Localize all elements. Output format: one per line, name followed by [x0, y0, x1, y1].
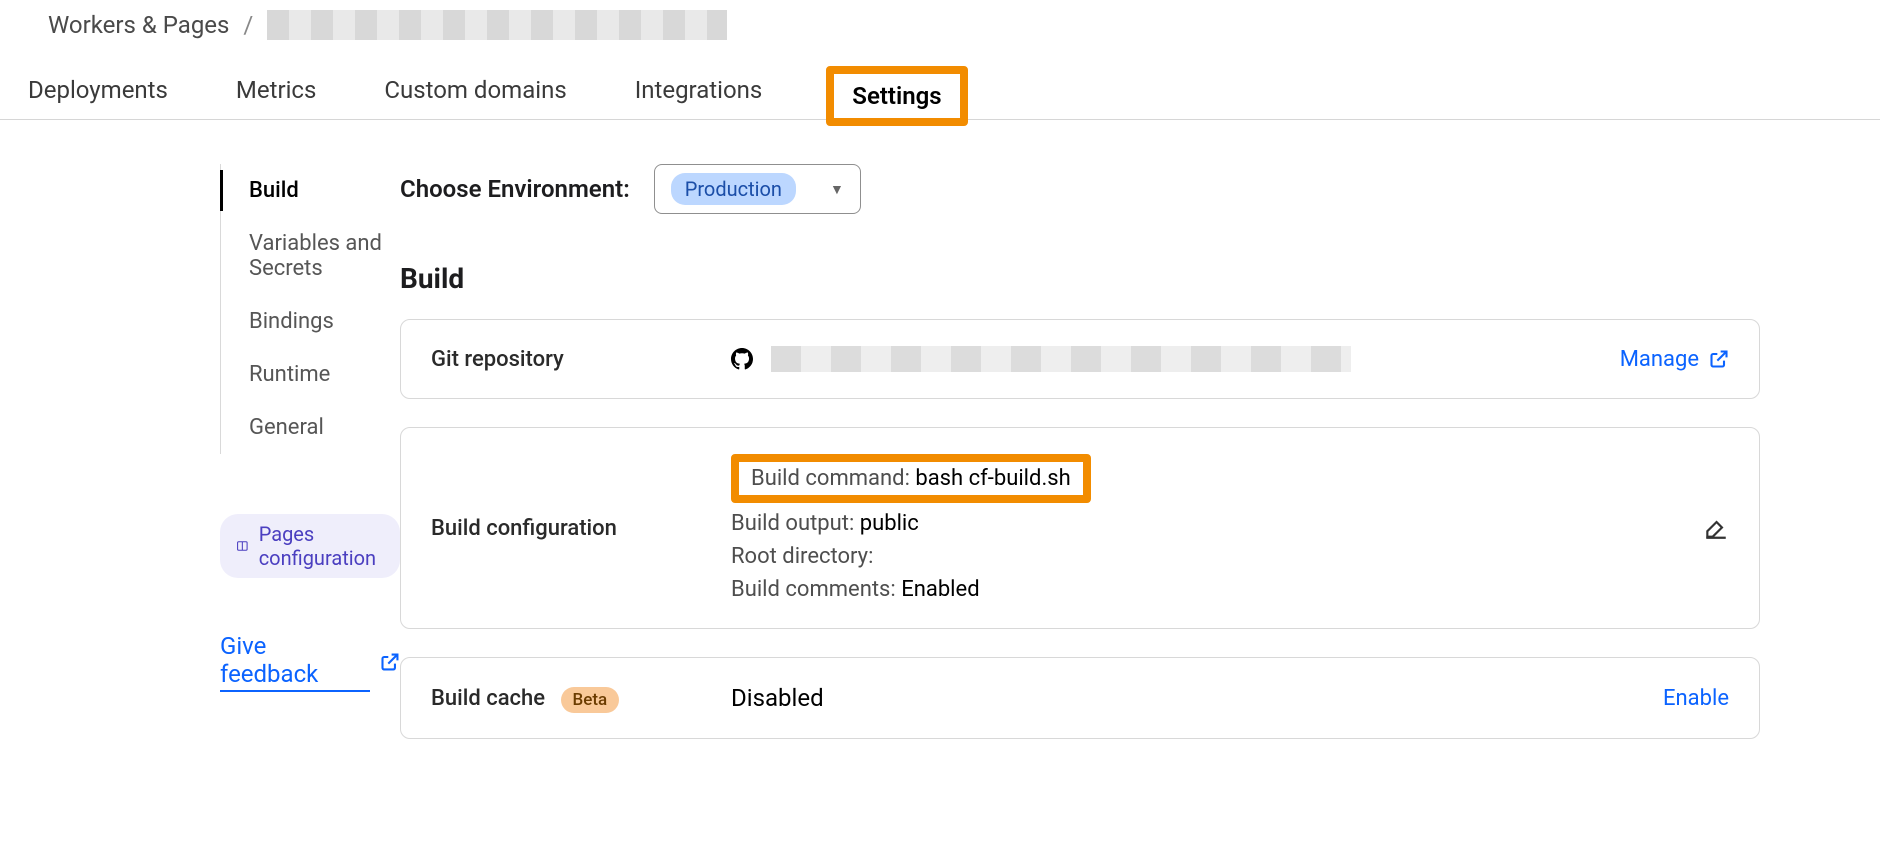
edit-icon[interactable] — [1703, 515, 1729, 541]
give-feedback-link[interactable]: Give feedback — [220, 632, 370, 692]
build-command-value: bash cf-build.sh — [915, 466, 1070, 491]
build-command-key: Build command: — [751, 466, 915, 491]
tab-settings[interactable]: Settings — [826, 66, 967, 126]
environment-label: Choose Environment: — [400, 175, 630, 203]
build-cache-label: Build cache — [431, 686, 545, 711]
sidebar-item-runtime[interactable]: Runtime — [221, 348, 400, 401]
git-repository-value — [731, 346, 1620, 372]
manage-git-repository-link[interactable]: Manage — [1620, 347, 1699, 372]
git-repository-label: Git repository — [431, 347, 731, 372]
build-configuration-card: Build configuration Build command: bash … — [400, 427, 1760, 629]
tab-integrations[interactable]: Integrations — [631, 62, 767, 118]
settings-sidebar: Build Variables and Secrets Bindings Run… — [0, 164, 400, 767]
main-area: Build Variables and Secrets Bindings Run… — [0, 120, 1880, 767]
build-comments-row: Build comments: Enabled — [731, 577, 980, 602]
github-icon — [731, 348, 753, 370]
build-configuration-label: Build configuration — [431, 516, 731, 541]
breadcrumb-root[interactable]: Workers & Pages — [48, 11, 229, 39]
root-directory-key: Root directory: — [731, 544, 873, 569]
sidebar-item-build[interactable]: Build — [221, 164, 400, 217]
build-output-key: Build output: — [731, 511, 860, 536]
build-cache-label-row: Build cache Beta — [431, 686, 731, 711]
build-cache-value: Disabled — [731, 684, 824, 712]
environment-row: Choose Environment: Production ▼ — [400, 164, 1760, 214]
build-command-row-highlighted: Build command: bash cf-build.sh — [731, 454, 1091, 503]
chevron-down-icon: ▼ — [830, 181, 844, 198]
section-title-build: Build — [400, 262, 1760, 295]
external-link-icon — [380, 652, 400, 672]
environment-selected-pill: Production — [671, 173, 796, 205]
tabs-row: Deployments Metrics Custom domains Integ… — [0, 60, 1880, 120]
build-output-value: public — [860, 511, 919, 536]
environment-select[interactable]: Production ▼ — [654, 164, 861, 214]
tab-metrics[interactable]: Metrics — [232, 62, 320, 118]
pages-configuration-label: Pages configuration — [259, 522, 384, 570]
pages-configuration-pill[interactable]: Pages configuration — [220, 514, 400, 578]
breadcrumb-separator: / — [243, 11, 253, 39]
breadcrumb-project-name-redacted — [267, 10, 727, 40]
sidebar-item-bindings[interactable]: Bindings — [221, 295, 400, 348]
book-icon — [236, 537, 249, 555]
tab-custom-domains[interactable]: Custom domains — [380, 62, 570, 118]
sidebar-item-general[interactable]: General — [221, 401, 400, 454]
git-repository-name-redacted — [771, 346, 1351, 372]
build-comments-key: Build comments: — [731, 577, 901, 602]
build-configuration-values: Build command: bash cf-build.sh Build ou… — [731, 454, 1703, 602]
breadcrumb: Workers & Pages / — [0, 0, 1880, 60]
build-cache-card: Build cache Beta Disabled Enable — [400, 657, 1760, 739]
git-repository-card: Git repository Manage — [400, 319, 1760, 399]
enable-build-cache-link[interactable]: Enable — [1663, 686, 1729, 711]
root-directory-row: Root directory: — [731, 544, 873, 569]
build-comments-value: Enabled — [901, 577, 979, 602]
beta-badge: Beta — [561, 687, 620, 713]
tab-deployments[interactable]: Deployments — [24, 62, 172, 118]
settings-side-nav: Build Variables and Secrets Bindings Run… — [220, 164, 400, 454]
external-link-icon — [1709, 349, 1729, 369]
build-output-row: Build output: public — [731, 511, 919, 536]
feedback-row: Give feedback — [220, 632, 400, 692]
sidebar-item-variables[interactable]: Variables and Secrets — [221, 217, 400, 295]
settings-content: Choose Environment: Production ▼ Build G… — [400, 164, 1800, 767]
